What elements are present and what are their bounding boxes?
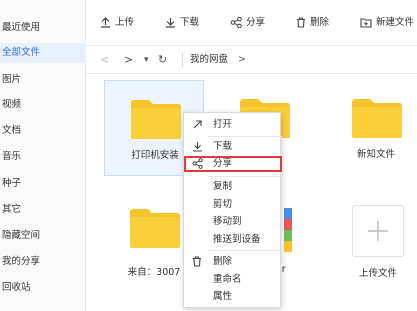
new-folder-label: 新建文件 [376,17,415,28]
menu-item-label: 属性 [213,291,233,302]
address-bar: < > ▾ ↻ 我的网盘 > [86,46,417,74]
menu-item-label: 剪切 [213,199,233,210]
delete-button[interactable]: 删除 [296,14,329,32]
folder-icon [130,209,180,248]
delete-label: 删除 [310,17,330,28]
new-folder-button[interactable]: 新建文件 [360,14,414,32]
menu-item-download[interactable]: 下载 [184,139,282,155]
menu-item-open[interactable]: 打开 [184,117,282,133]
context-menu: 打开 下载 分享 复制 剪切 移动到 推送到设备 删除 重命名 属性 [183,112,282,308]
sidebar-item-documents[interactable]: 文档 [0,121,86,141]
download-label: 下载 [180,17,200,28]
trash-icon [297,17,305,28]
menu-item-label: 分享 [213,158,233,169]
folder-icon [131,100,181,139]
open-icon [193,120,202,129]
file-manager-window: 最近使用 全部文件 图片 视频 文档 音乐 种子 其它 隐藏空间 我的分享 回收… [0,0,417,311]
refresh-button[interactable]: ↻ [158,52,167,68]
upload-button[interactable]: 上传 [100,14,134,32]
sidebar-item-videos[interactable]: 视频 [0,95,86,115]
upload-icon [101,17,110,28]
menu-separator [208,136,282,137]
sidebar: 最近使用 全部文件 图片 视频 文档 音乐 种子 其它 隐藏空间 我的分享 回收… [0,0,86,311]
share-icon [192,158,203,169]
menu-separator [208,176,282,177]
menu-item-rename[interactable]: 重命名 [184,272,282,288]
trash-icon [193,256,201,267]
menu-item-label: 复制 [213,181,233,192]
sidebar-item-recycle-bin[interactable]: 回收站 [0,278,86,298]
menu-item-label: 移动到 [213,216,242,227]
sidebar-item-all-files[interactable]: 全部文件 [0,43,86,63]
breadcrumb-my-drive[interactable]: 我的网盘 [190,52,228,68]
new-folder-icon [360,18,372,28]
menu-item-push-to-device[interactable]: 推送到设备 [184,232,282,248]
history-dropdown-button[interactable]: ▾ [144,52,149,68]
share-button[interactable]: 分享 [230,14,265,32]
upload-label: 上传 [115,17,135,28]
back-button[interactable]: < [100,52,109,68]
sidebar-item-music[interactable]: 音乐 [0,147,86,167]
sidebar-item-images[interactable]: 图片 [0,70,86,90]
plus-icon [368,221,388,241]
sidebar-item-my-shares[interactable]: 我的分享 [0,252,86,272]
sidebar-item-other[interactable]: 其它 [0,200,86,220]
upload-file-tile[interactable] [352,205,404,257]
breadcrumb-separator: > [238,54,246,65]
sidebar-item-hidden-space[interactable]: 隐藏空间 [0,226,86,246]
address-divider [182,53,183,67]
menu-item-label: 打开 [213,119,233,130]
menu-item-label: 删除 [213,256,233,267]
sidebar-item-recent[interactable]: 最近使用 [0,18,86,38]
download-icon [166,18,175,28]
menu-item-label: 下载 [213,141,233,152]
upload-file-label: 上传文件 [358,268,397,279]
download-icon [193,142,202,152]
menu-item-label: 推送到设备 [213,234,261,245]
menu-item-properties[interactable]: 属性 [184,289,282,305]
menu-item-delete[interactable]: 删除 [184,254,282,270]
sidebar-item-torrents[interactable]: 种子 [0,174,86,194]
file-item[interactable]: 新知文件 [326,80,417,176]
menu-item-label: 重命名 [213,274,242,285]
share-label: 分享 [246,17,266,28]
download-button[interactable]: 下载 [165,14,199,32]
menu-item-move-to[interactable]: 移动到 [184,214,282,230]
menu-item-cut[interactable]: 剪切 [184,197,282,213]
folder-icon [352,99,402,138]
toolbar: 上传 下载 分享 删除 新建文件 [86,0,417,46]
menu-item-copy[interactable]: 复制 [184,179,282,195]
forward-button[interactable]: > [124,52,133,68]
share-icon [230,16,242,29]
menu-separator [208,250,282,251]
archive-icon [284,208,292,252]
menu-item-share[interactable]: 分享 [184,156,282,172]
file-name: 新知文件 [356,149,395,160]
